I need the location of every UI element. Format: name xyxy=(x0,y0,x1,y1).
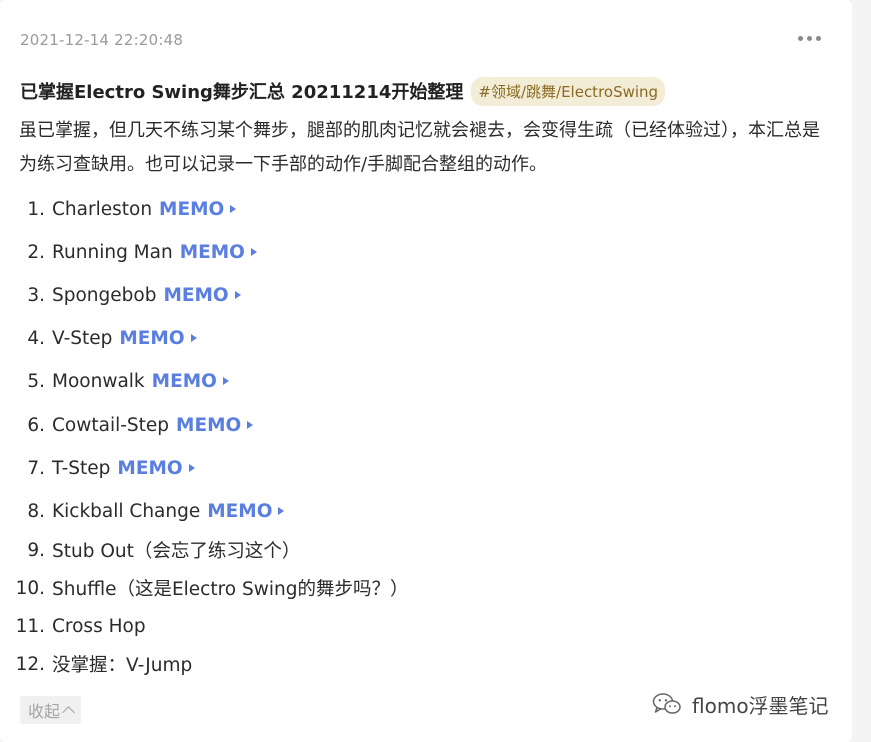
play-arrow-icon xyxy=(250,248,257,256)
memo-tag[interactable]: #领域/跳舞/ElectroSwing xyxy=(471,76,666,106)
list-item: 6. Cowtail-Step MEMO xyxy=(0,411,254,439)
list-item-text: 没掌握：V-Jump xyxy=(52,655,193,676)
list-item-text: Stub Out（会忘了练习这个） xyxy=(52,541,301,562)
play-arrow-icon xyxy=(230,205,237,213)
list-item-text: T-Step xyxy=(52,457,111,479)
chevron-up-icon xyxy=(62,706,75,719)
list-item-text: V-Step xyxy=(52,327,113,349)
list-item-text: Charleston xyxy=(52,198,153,220)
list-item-number: 9. xyxy=(27,539,45,561)
memo-link-label: MEMO xyxy=(119,327,185,349)
list-item-number: 6. xyxy=(27,414,45,436)
memo-title-line: 已掌握Electro Swing舞步汇总 20211214开始整理 #领域/跳舞… xyxy=(20,74,666,108)
list-item-number: 7. xyxy=(27,457,45,479)
memo-link-label: MEMO xyxy=(179,241,245,263)
more-options-icon[interactable] xyxy=(796,30,824,48)
list-item: 4. V-Step MEMO xyxy=(0,324,197,352)
list-item-number: 11. xyxy=(15,615,45,637)
list-item-text: Spongebob xyxy=(52,284,157,306)
list-item-number: 10. xyxy=(15,577,45,599)
memo-link-label: MEMO xyxy=(117,457,183,479)
play-arrow-icon xyxy=(234,291,241,299)
list-item-number: 2. xyxy=(27,241,45,263)
list-item: 11. Cross Hop xyxy=(0,612,146,640)
list-item: 1. Charleston MEMO xyxy=(0,195,237,223)
collapse-button[interactable]: 收起 xyxy=(20,696,82,724)
memo-link-label: MEMO xyxy=(176,414,242,436)
list-item-text: Cowtail-Step xyxy=(52,414,170,436)
more-dot xyxy=(816,36,821,41)
list-item: 9. Stub Out（会忘了练习这个） xyxy=(0,536,300,564)
memo-link[interactable]: MEMO xyxy=(152,371,229,392)
memo-timestamp: 2021-12-14 22:20:48 xyxy=(20,31,184,49)
memo-link-label: MEMO xyxy=(159,198,225,220)
more-dot xyxy=(798,36,803,41)
play-arrow-icon xyxy=(188,464,195,472)
list-item-number: 8. xyxy=(27,500,45,522)
memo-link[interactable]: MEMO xyxy=(180,242,257,263)
list-item-text: Shuffle（这是Electro Swing的舞步吗？） xyxy=(52,579,409,600)
list-item: 2. Running Man MEMO xyxy=(0,238,257,266)
list-item: 3. Spongebob MEMO xyxy=(0,281,241,309)
list-item-text: Cross Hop xyxy=(52,615,146,637)
list-item: 5. Moonwalk MEMO xyxy=(0,367,229,395)
list-item-number: 4. xyxy=(27,327,45,349)
play-arrow-icon xyxy=(278,507,285,515)
memo-link[interactable]: MEMO xyxy=(163,284,241,306)
memo-card: 2021-12-14 22:20:48 已掌握Electro Swing舞步汇总… xyxy=(0,0,852,742)
memo-link[interactable]: MEMO xyxy=(176,414,254,436)
collapse-label: 收起 xyxy=(28,702,61,721)
list-item: 10. Shuffle（这是Electro Swing的舞步吗？） xyxy=(0,574,409,602)
memo-link[interactable]: MEMO xyxy=(117,457,195,479)
list-item-number: 5. xyxy=(27,370,45,392)
list-item-number: 12. xyxy=(15,653,45,675)
list-item-text: Running Man xyxy=(52,241,173,263)
memo-link[interactable]: MEMO xyxy=(207,500,285,522)
play-arrow-icon xyxy=(247,421,254,429)
list-item-text: Moonwalk xyxy=(52,370,145,392)
list-item: 7. T-Step MEMO xyxy=(0,454,195,482)
memo-link[interactable]: MEMO xyxy=(119,327,197,349)
memo-description: 虽已掌握，但几天不练习某个舞步，腿部的肌肉记忆就会褪去，会变得生疏（已经体验过）… xyxy=(19,120,820,175)
watermark: flomo浮墨笔记 xyxy=(652,688,829,720)
memo-link-label: MEMO xyxy=(163,284,229,306)
wechat-icon xyxy=(652,693,681,714)
memo-link[interactable]: MEMO xyxy=(159,198,237,220)
watermark-text: flomo浮墨笔记 xyxy=(692,693,829,718)
play-arrow-icon xyxy=(222,377,229,385)
list-item: 12. 没掌握：V-Jump xyxy=(0,650,193,678)
memo-link-label: MEMO xyxy=(207,500,273,522)
list-item-number: 3. xyxy=(27,284,45,306)
more-dot xyxy=(807,36,812,41)
play-arrow-icon xyxy=(190,334,197,342)
list-item-number: 1. xyxy=(27,198,45,220)
list-item-text: Kickball Change xyxy=(52,500,201,522)
memo-link-label: MEMO xyxy=(151,370,217,392)
list-item: 8. Kickball Change MEMO xyxy=(0,497,285,525)
memo-title: 已掌握Electro Swing舞步汇总 20211214开始整理 xyxy=(20,82,464,103)
